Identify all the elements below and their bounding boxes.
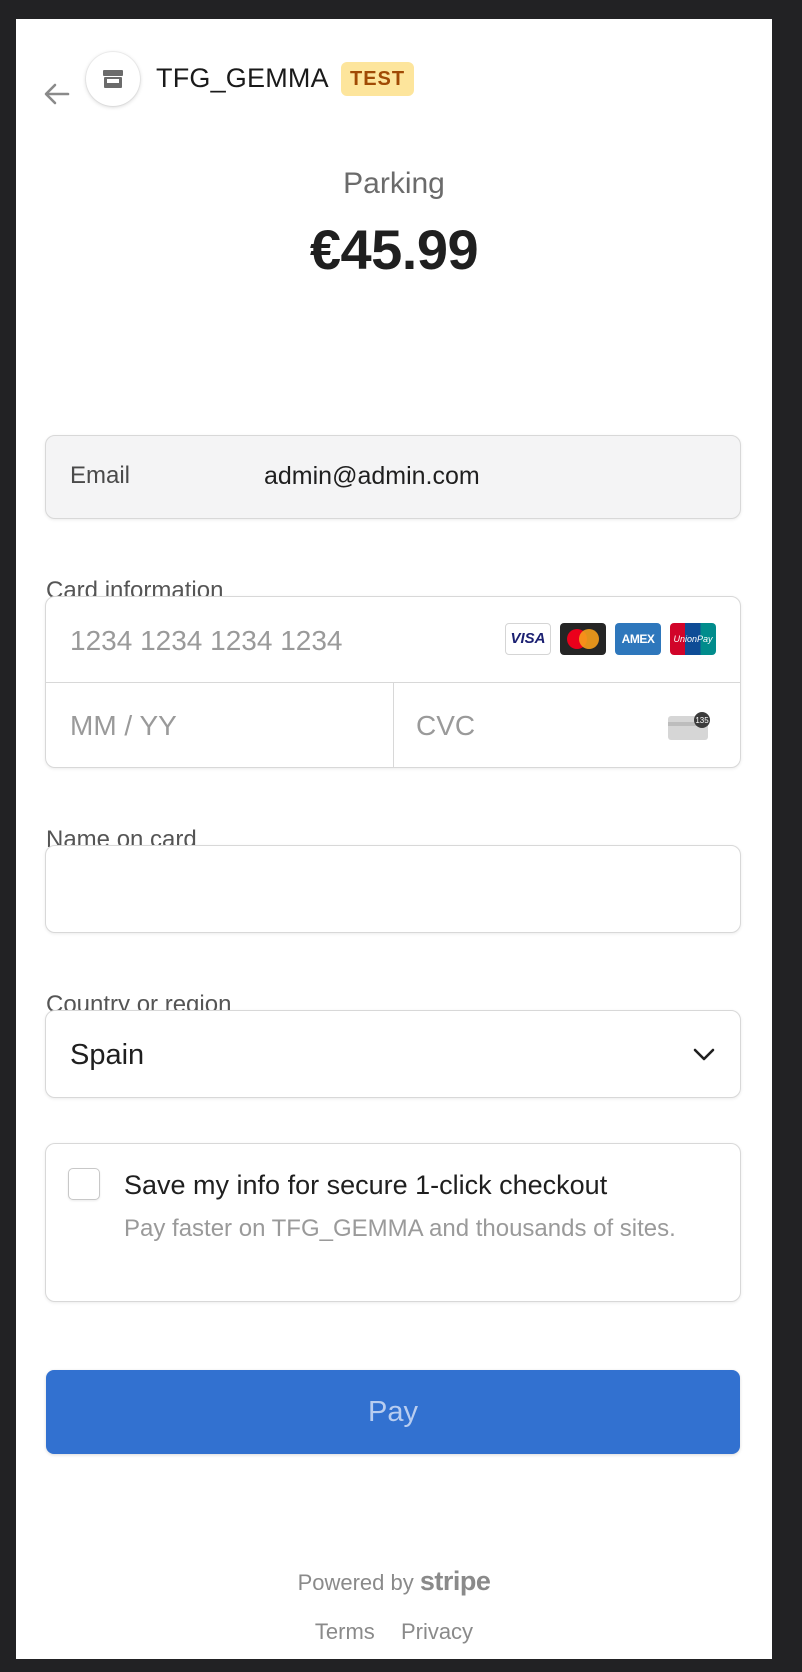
card-brand-logos: VISA AMEX UnionPay xyxy=(505,623,716,655)
chevron-down-icon xyxy=(693,1048,715,1061)
name-on-card-input[interactable] xyxy=(45,845,741,933)
email-field: Email admin@admin.com xyxy=(45,435,741,519)
powered-by-stripe[interactable]: Powered by stripe xyxy=(16,1566,772,1597)
checkout-page: TFG_GEMMA TEST Parking €45.99 Email admi… xyxy=(16,19,772,1659)
save-info-checkbox[interactable] xyxy=(68,1168,100,1200)
card-expiry-input[interactable]: MM / YY xyxy=(46,682,394,767)
footer-links: Terms Privacy xyxy=(16,1619,772,1645)
card-cvc-input[interactable]: CVC 135 xyxy=(394,682,740,767)
terms-link[interactable]: Terms xyxy=(315,1619,375,1644)
amex-icon: AMEX xyxy=(615,623,661,655)
email-label: Email xyxy=(70,462,131,489)
card-number-placeholder: 1234 1234 1234 1234 xyxy=(70,625,343,656)
merchant-name: TFG_GEMMA xyxy=(156,63,329,93)
save-info-section: Save my info for secure 1-click checkout… xyxy=(45,1143,741,1302)
privacy-link[interactable]: Privacy xyxy=(401,1619,473,1644)
cvc-hint-text: 135 xyxy=(695,716,709,725)
card-cvc-placeholder: CVC xyxy=(416,710,476,741)
country-select[interactable]: Spain xyxy=(45,1010,741,1098)
card-information-group: 1234 1234 1234 1234 VISA AMEX UnionPay M… xyxy=(45,596,741,768)
mastercard-icon xyxy=(560,623,606,655)
unionpay-icon: UnionPay xyxy=(670,623,716,655)
save-info-title: Save my info for secure 1-click checkout xyxy=(124,1170,608,1200)
merchant-avatar xyxy=(86,52,140,106)
stripe-logo: stripe xyxy=(419,1566,491,1596)
product-price: €45.99 xyxy=(309,218,479,281)
visa-icon: VISA xyxy=(505,623,551,655)
pay-button[interactable]: Pay xyxy=(46,1370,740,1454)
product-name: Parking xyxy=(343,167,445,200)
back-button[interactable] xyxy=(42,79,72,109)
arrow-left-icon xyxy=(44,83,70,105)
cvc-card-icon: 135 xyxy=(668,712,710,740)
storefront-icon xyxy=(103,70,123,88)
save-info-description: Pay faster on TFG_GEMMA and thousands of… xyxy=(124,1215,676,1242)
powered-by-text: Powered by xyxy=(297,1570,414,1595)
test-mode-badge: TEST xyxy=(341,62,415,96)
card-expiry-placeholder: MM / YY xyxy=(70,710,177,741)
email-value: admin@admin.com xyxy=(264,462,480,490)
card-number-input[interactable]: 1234 1234 1234 1234 VISA AMEX UnionPay xyxy=(46,597,740,683)
country-selected-value: Spain xyxy=(70,1039,145,1071)
